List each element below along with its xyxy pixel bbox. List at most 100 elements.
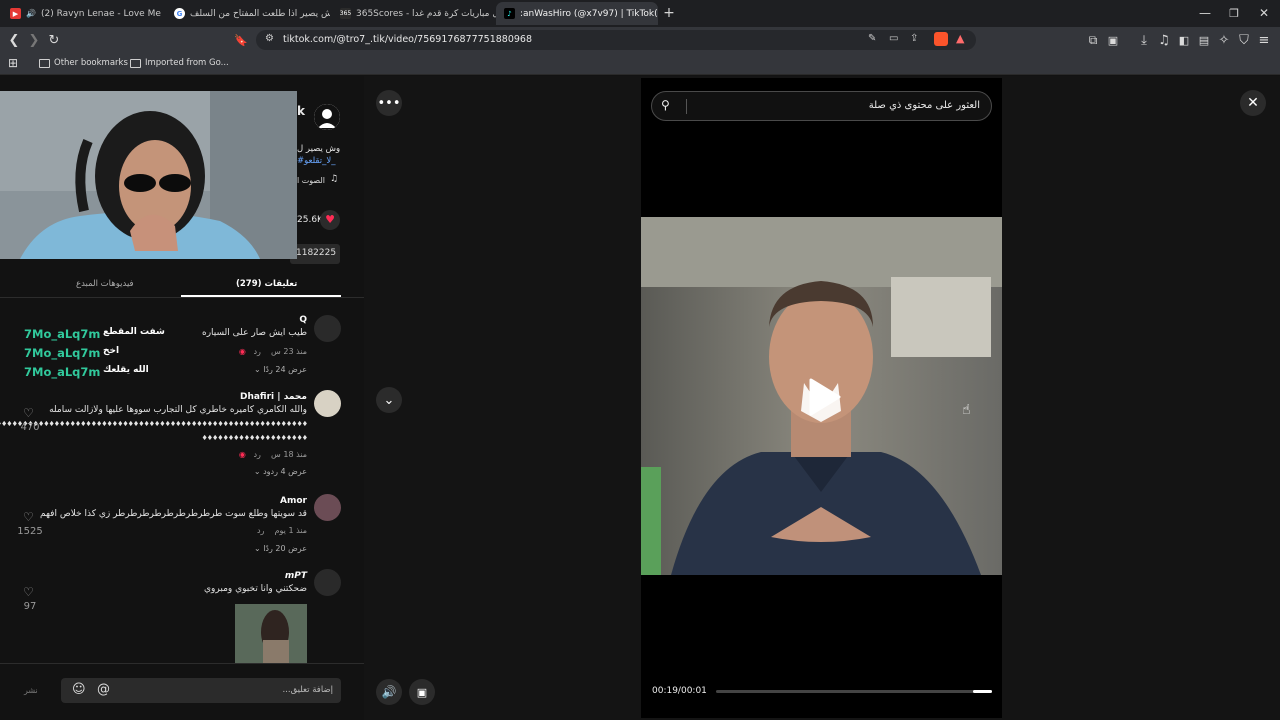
more-options-icon[interactable]: ••• <box>376 90 402 116</box>
browser-tab-strip: ▶ 🔊 (2) Ravyn Lenae - Love Me Not ( G وش… <box>0 0 1280 27</box>
back-icon[interactable]: ❮ <box>5 31 23 49</box>
leo-ai-icon[interactable]: ✧ <box>1215 31 1233 49</box>
video-timecode: 00:19/00:01 <box>652 686 707 696</box>
brave-rewards-icon[interactable]: ▲ <box>956 32 964 45</box>
comment-meta: منذ 18 س رد ◉ <box>239 450 307 459</box>
cast-icon[interactable]: ▭ <box>889 33 898 44</box>
chat-message: اخخ <box>103 346 120 356</box>
brave-shields-icon[interactable] <box>934 32 948 46</box>
tab-youtube[interactable]: ▶ 🔊 (2) Ravyn Lenae - Love Me Not ( <box>2 2 162 25</box>
tab-label: (2) Ravyn Lenae - Love Me Not ( <box>40 8 162 19</box>
comment-like-count: 470 <box>20 422 40 433</box>
new-tab-button[interactable]: + <box>656 4 682 22</box>
video-player[interactable]: ⚲ العثور على محتوى ذي صلة 00:19/00:01 <box>641 78 1002 718</box>
reply-button[interactable]: رد <box>253 450 260 459</box>
translate-icon[interactable]: ✎ <box>868 33 876 44</box>
tiktok-page: k وش يصير ل #لا_تقلعو_ الصوت ا ♫ 25.6K ♥… <box>0 76 1280 720</box>
play-icon[interactable] <box>807 378 841 416</box>
bookmark-other[interactable]: Other bookmarks <box>39 58 128 68</box>
comment-meta: منذ 1 يوم رد <box>257 526 307 535</box>
extensions-icon[interactable]: ⧉ <box>1084 31 1102 49</box>
tab-label: :anWasHiro (@x7v97) | TikTok(8) <box>520 8 658 19</box>
commenter-avatar[interactable] <box>314 390 341 417</box>
divider <box>0 663 364 664</box>
miniplayer-icon[interactable]: ▣ <box>409 679 435 705</box>
comment-text: ضحكتني وانا تخبوي ومبروي <box>204 584 307 594</box>
like-comment-icon[interactable]: ♡ <box>23 510 34 524</box>
tab-creator-videos[interactable]: فيديوهات المبدع <box>76 279 134 289</box>
music-icon[interactable]: ♫ <box>1155 31 1173 49</box>
view-replies-button[interactable]: عرض 4 ردود ⌄ <box>254 467 307 476</box>
commenter-name[interactable]: Q <box>299 315 307 325</box>
minimize-button[interactable]: — <box>1192 4 1218 22</box>
author-name: k <box>297 104 305 118</box>
commenter-name[interactable]: محمد | Dhafiri <box>240 392 307 402</box>
comment-item: Amor قد سويتها وطلع سوت طرطرطرطرطرطرطرطر… <box>0 494 364 564</box>
close-window-button[interactable]: ✕ <box>1251 4 1277 22</box>
apps-grid-icon[interactable]: ⊞ <box>4 54 22 72</box>
menu-icon[interactable]: ≡ <box>1255 31 1273 49</box>
reload-icon[interactable]: ↻ <box>45 31 63 49</box>
forward-icon[interactable]: ❯ <box>25 31 43 49</box>
vpn-shield-icon[interactable]: ⛉ <box>1235 31 1253 49</box>
creator-liked-icon: ◉ <box>238 450 246 459</box>
chat-username: 7Mo_aLq7m <box>24 346 101 360</box>
share-icon[interactable]: ⇪ <box>910 33 918 44</box>
video-progress-bar[interactable] <box>716 690 992 693</box>
bookmark-imported[interactable]: Imported from Go... <box>130 58 229 68</box>
site-settings-icon[interactable]: ⚙ <box>265 33 274 44</box>
tab-comments[interactable]: تعليقات (279) <box>236 279 297 289</box>
copy-link-field[interactable]: 1182225 <box>290 244 340 264</box>
restore-button[interactable]: ❐ <box>1221 4 1247 22</box>
close-video-icon[interactable]: ✕ <box>1240 90 1266 116</box>
divider <box>0 297 364 298</box>
next-video-chevron-down-icon[interactable]: ⌄ <box>376 387 402 413</box>
sidebar-icon[interactable]: ◧ <box>1175 31 1193 49</box>
comment-meta: منذ 23 س رد ◉ <box>239 347 307 356</box>
commenter-avatar[interactable] <box>314 315 341 342</box>
video-progress-fill <box>972 690 992 693</box>
wallet-card-icon[interactable]: ▤ <box>1195 31 1213 49</box>
view-replies-button[interactable]: عرض 24 ردًا ⌄ <box>254 365 307 374</box>
commenter-name[interactable]: mPT <box>285 571 307 581</box>
tab-365scores[interactable]: 365 جدول مباريات كرة قدم غدا - 365Scores <box>332 2 496 25</box>
commenter-avatar[interactable] <box>314 494 341 521</box>
download-icon[interactable]: ⤓ <box>1135 31 1153 49</box>
video-frame[interactable] <box>641 217 1002 575</box>
comment-like-count: 1525 <box>17 526 43 537</box>
reply-button[interactable]: رد <box>253 347 260 356</box>
volume-icon[interactable]: 🔊 <box>376 679 402 705</box>
bookmark-icon[interactable]: 🔖 <box>232 31 250 49</box>
replies-label: عرض 20 ردًا <box>263 544 307 553</box>
folder-icon <box>39 58 50 68</box>
view-replies-button[interactable]: عرض 20 ردًا ⌄ <box>254 544 307 553</box>
tab-google-search[interactable]: G وش يصير اذا طلعت المفتاح من السلف <box>166 2 330 25</box>
comment-time: منذ 18 س <box>271 450 307 459</box>
related-search-input[interactable]: ⚲ العثور على محتوى ذي صلة <box>651 91 992 121</box>
post-button[interactable]: نشر <box>24 686 38 695</box>
chat-message: شفت المقطع <box>103 327 165 337</box>
hashtag-link[interactable]: #لا_تقلعو_ <box>297 156 335 166</box>
like-comment-icon[interactable]: ♡ <box>23 585 34 599</box>
tab-tiktok[interactable]: ♪ :anWasHiro (@x7v97) | TikTok(8) ✕ <box>496 2 658 25</box>
video-description: وش يصير ل <box>297 144 341 154</box>
like-comment-icon[interactable]: ♡ <box>23 406 34 420</box>
address-bar[interactable]: ⚙ tiktok.com/@tro7_.tik/video/7569176877… <box>256 30 976 50</box>
commenter-avatar[interactable] <box>314 569 341 596</box>
wallet-icon[interactable]: ▣ <box>1104 31 1122 49</box>
speaker-icon: 🔊 <box>26 9 36 18</box>
comment-input[interactable]: إضافة تعليق... ☺ @ <box>61 678 341 703</box>
commenter-name[interactable]: Amor <box>280 496 307 506</box>
chat-message: الله يقلعك <box>103 365 149 375</box>
mention-icon[interactable]: @ <box>97 682 110 697</box>
replies-label: عرض 24 ردًا <box>263 365 307 374</box>
comments-panel: k وش يصير ل #لا_تقلعو_ الصوت ا ♫ 25.6K ♥… <box>0 76 364 720</box>
sound-link[interactable]: الصوت ا <box>297 176 325 185</box>
emoji-icon[interactable]: ☺ <box>72 682 86 697</box>
comment-image[interactable] <box>235 604 307 664</box>
author-avatar[interactable] <box>314 104 340 130</box>
reply-button[interactable]: رد <box>257 526 264 535</box>
like-heart-icon[interactable]: ♥ <box>320 210 340 230</box>
replies-label: عرض 4 ردود <box>263 467 307 476</box>
mouse-cursor-icon: ☝ <box>962 402 971 418</box>
